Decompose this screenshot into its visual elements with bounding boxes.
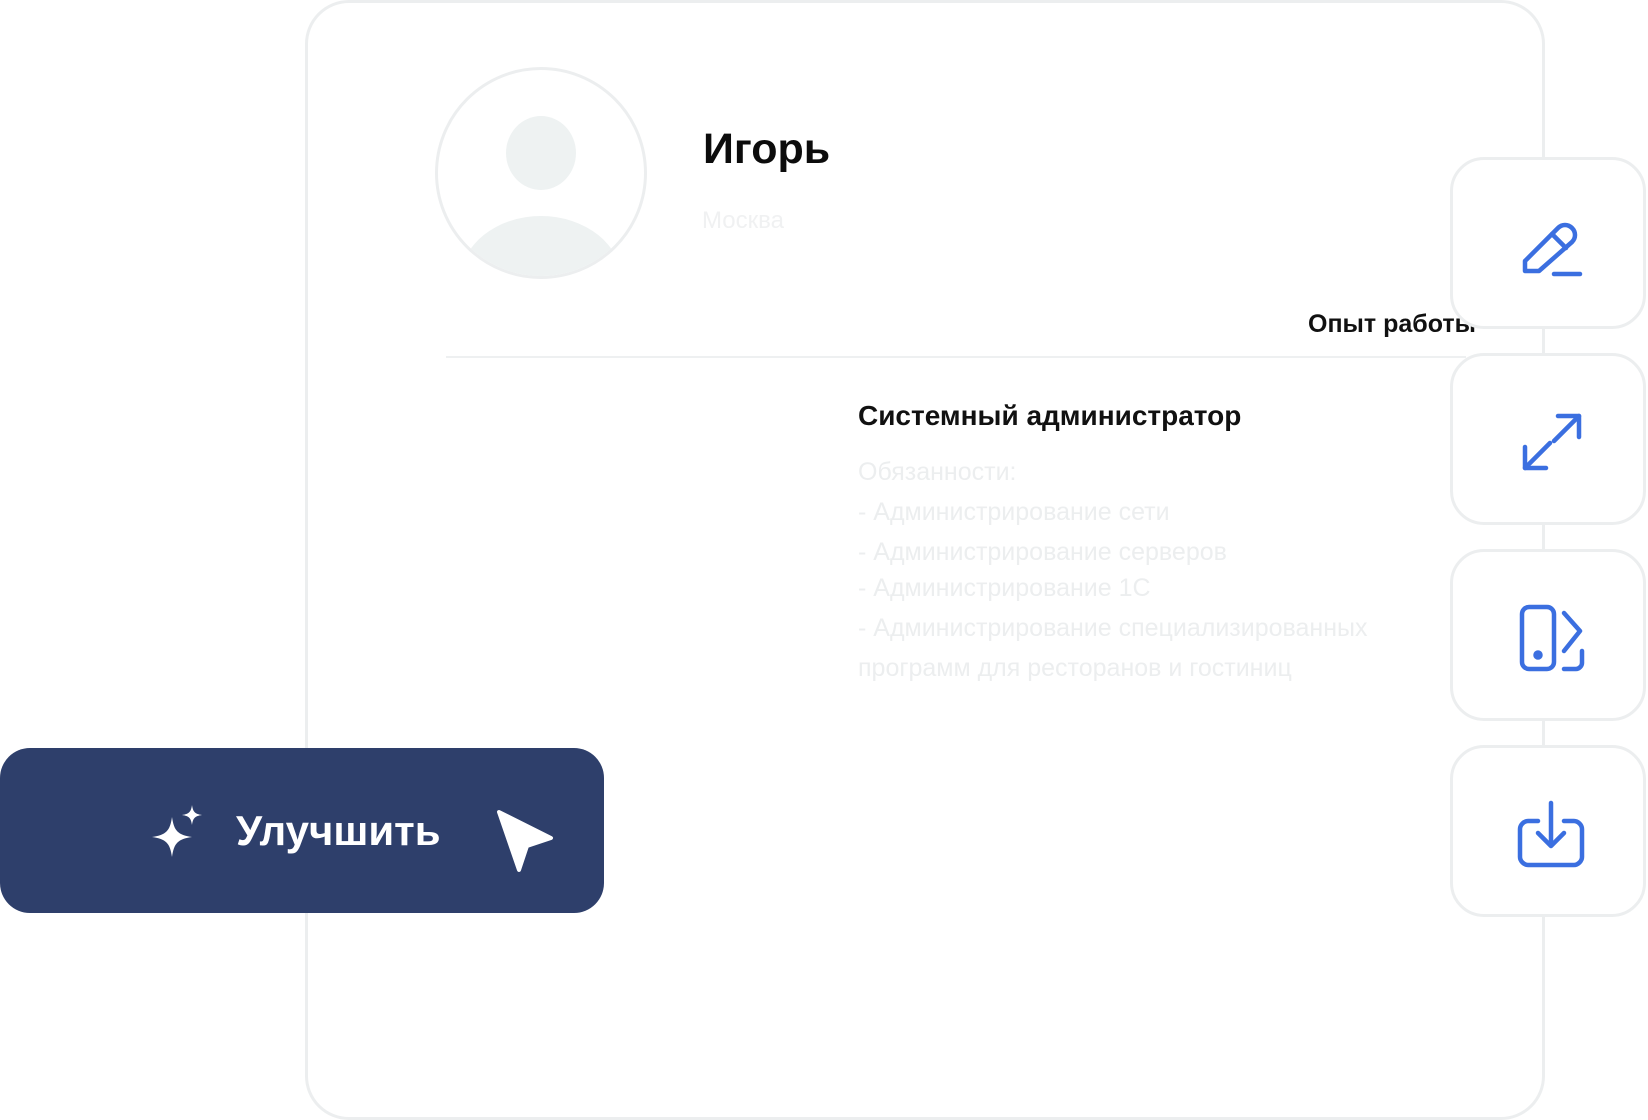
duty-line: программ для ресторанов и гостиниц <box>858 654 1292 682</box>
mobile-view-icon <box>1519 604 1585 672</box>
avatar-body <box>460 216 622 276</box>
avatar-head <box>506 116 576 190</box>
edit-button[interactable] <box>1450 157 1646 329</box>
download-icon <box>1517 800 1585 868</box>
divider <box>446 356 1466 358</box>
cursor-icon <box>497 810 553 872</box>
duty-line: - Администрирование сети <box>858 498 1170 526</box>
job-duties: Обязанности: - Администрирование сети - … <box>858 452 1368 688</box>
sparkle-icon <box>152 805 202 857</box>
duty-line: - Администрирование 1С <box>858 574 1151 602</box>
duty-line: - Администрирование специализированных <box>858 614 1368 642</box>
profile-name: Игорь <box>703 125 831 173</box>
job-title: Системный администратор <box>858 400 1242 431</box>
mobile-view-button[interactable] <box>1450 549 1646 721</box>
edit-icon <box>1522 222 1583 277</box>
profile-city: Москва <box>702 207 784 234</box>
improve-button[interactable]: Улучшить <box>0 748 604 913</box>
expand-icon <box>1522 413 1582 471</box>
improve-button-label: Улучшить <box>236 807 441 854</box>
download-button[interactable] <box>1450 745 1646 917</box>
experience-heading: Опыт работы <box>1308 312 1476 337</box>
avatar <box>435 67 647 279</box>
duty-line: Обязанности: <box>858 458 1017 486</box>
duty-line: - Администрирование серверов <box>858 538 1227 566</box>
expand-button[interactable] <box>1450 353 1646 525</box>
